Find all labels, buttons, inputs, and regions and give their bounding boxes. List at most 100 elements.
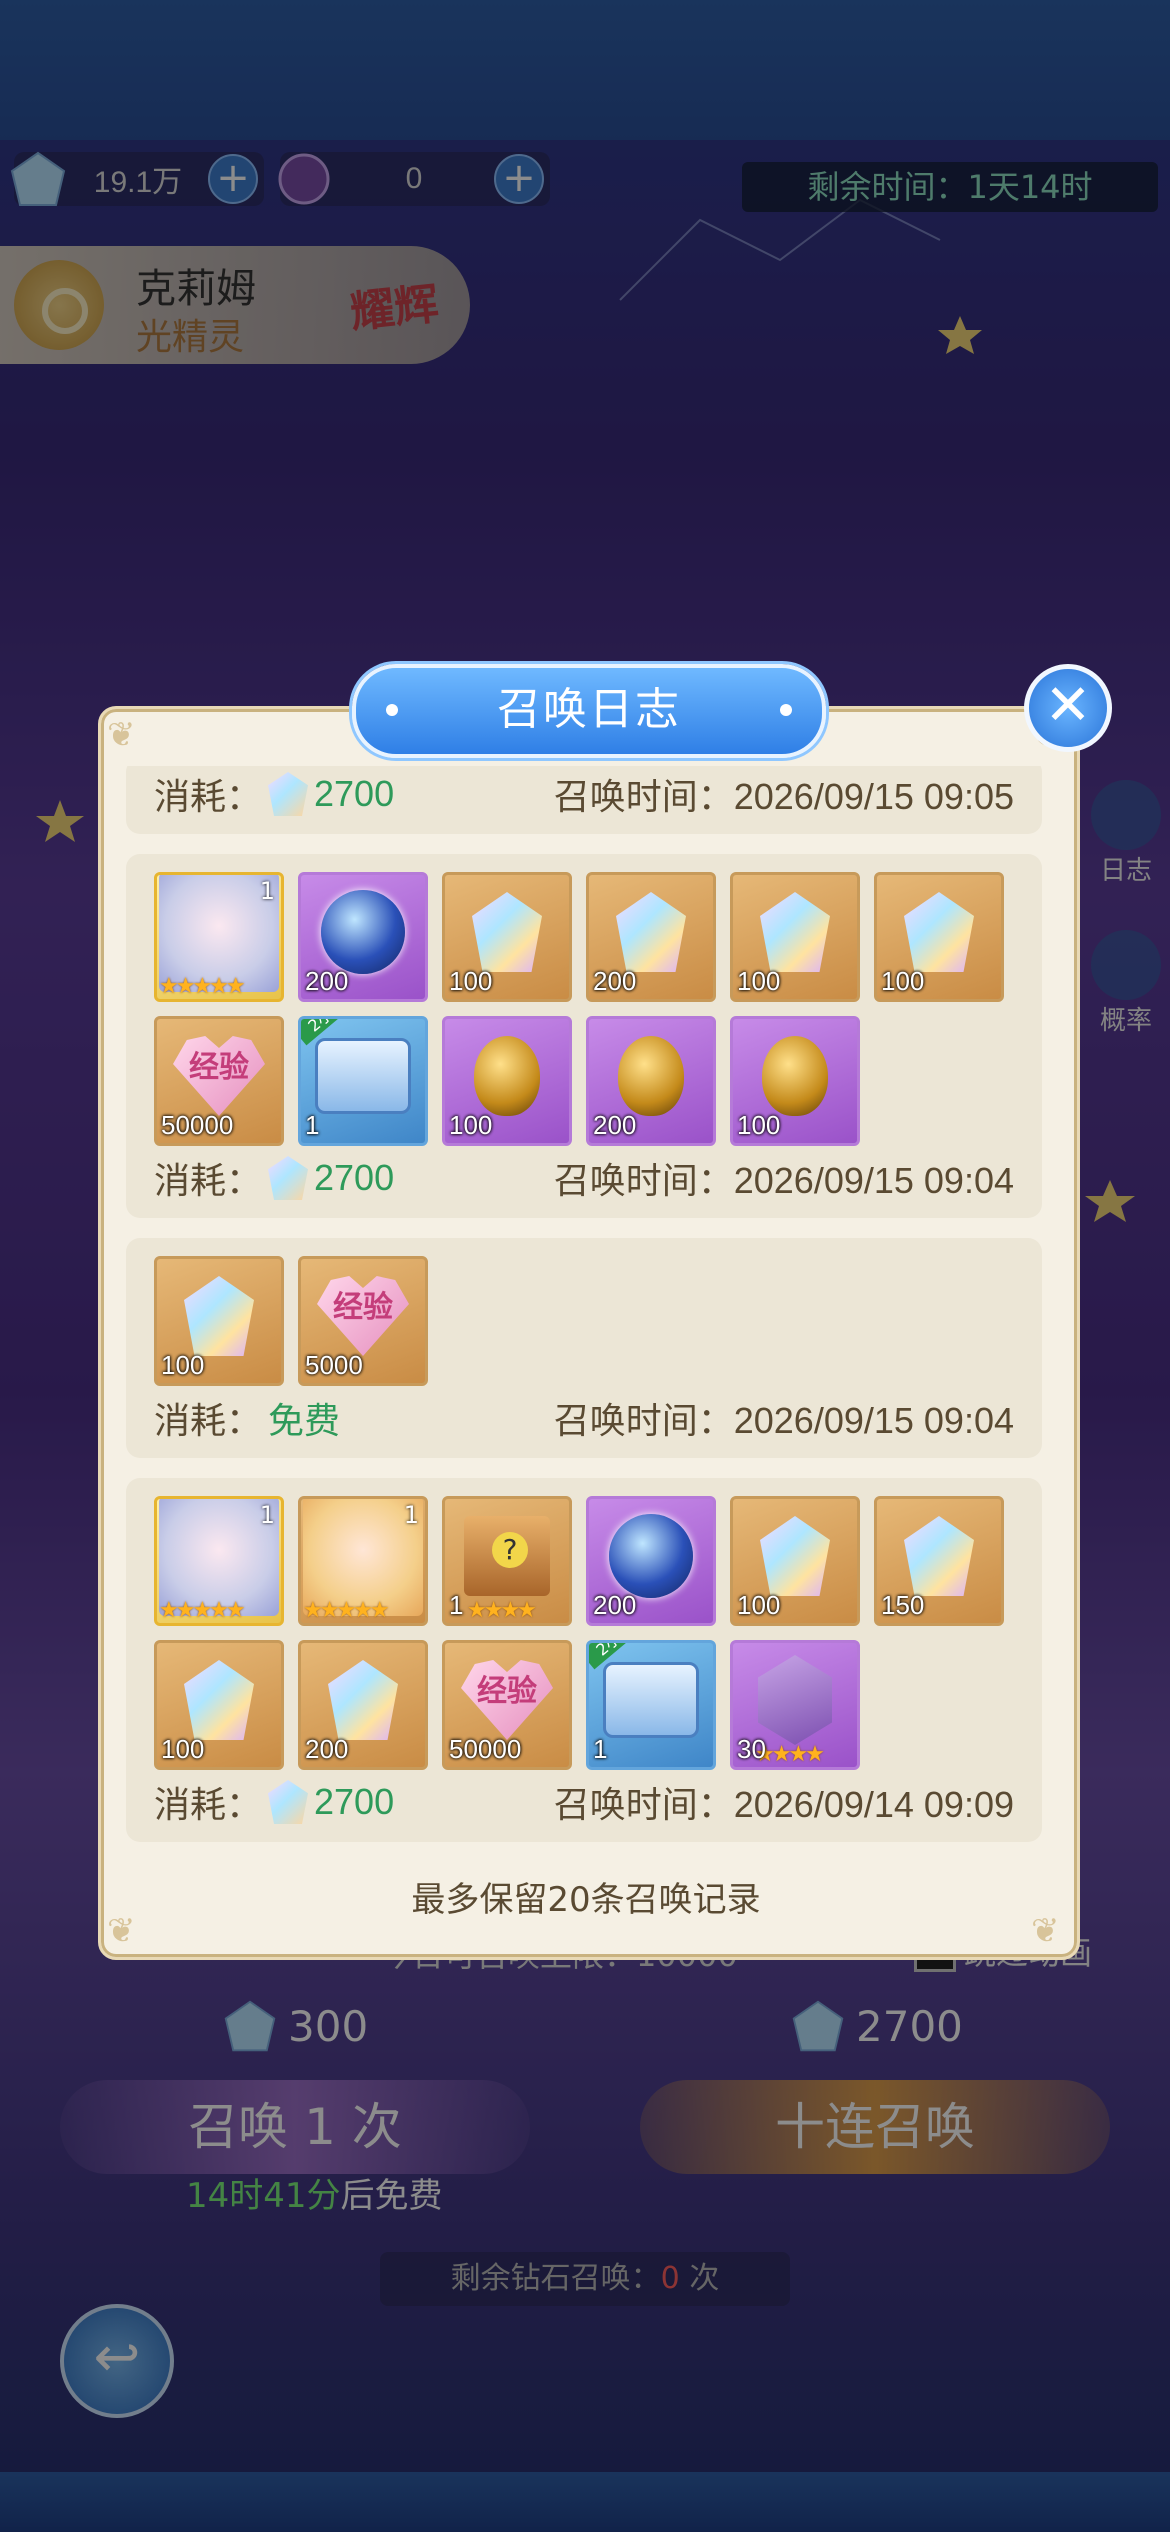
summon-time: 2026/09/15 09:04 [733,1160,1014,1201]
item-level: 1 [259,877,275,905]
entry-meta: 消耗： 2700 召唤时间：2026/09/14 09:09 [154,1776,1014,1828]
egg-icon [618,1036,684,1117]
reward-item[interactable]: 200 [586,1016,716,1146]
crystal-icon [904,892,974,973]
item-quantity: 100 [449,1110,493,1140]
crystal-icon [904,1516,974,1597]
reward-item[interactable]: 100 [730,1496,860,1626]
item-quantity: 200 [593,966,637,996]
rarity-stars: ★★★★★ [159,1598,246,1623]
crystal-icon [616,892,686,973]
summon-time: 2026/09/14 09:09 [733,1784,1014,1825]
item-quantity: 1 [305,1110,320,1140]
summon-time: 2026/09/15 09:05 [733,776,1014,817]
cost-amount: 2700 [314,1157,395,1198]
corner-ornament-icon: ❦ [107,715,136,755]
item-quantity: 100 [737,1110,781,1140]
egg-icon [762,1036,828,1117]
diamond-icon [268,1156,309,1200]
rarity-stars: ★★★★ [467,1598,537,1623]
reward-item[interactable]: 200 [298,1640,428,1770]
orb-icon [321,890,405,975]
reward-item[interactable]: 150 [874,1496,1004,1626]
time-label: 召唤时间： [553,1160,734,1201]
reward-item[interactable]: 100 [442,1016,572,1146]
time-label: 召唤时间： [553,776,734,817]
item-quantity: 1 [449,1590,464,1620]
log-entry: 100 经验 5000 消耗： 免费 召唤时间：2026/09/15 09:04 [126,1238,1042,1458]
cost-amount: 2700 [314,1781,395,1822]
diamond-icon [268,772,309,816]
cost-label: 消耗： [154,1785,263,1826]
reward-item[interactable]: 1 ★★★★★ [154,1496,284,1626]
time-label: 召唤时间： [553,1784,734,1825]
item-quantity: 150 [881,1590,925,1620]
reward-item[interactable]: 100 [874,872,1004,1002]
reward-item[interactable]: 100 [730,1016,860,1146]
reward-item[interactable]: 200 [586,872,716,1002]
reward-item[interactable]: 经验 50000 [154,1016,284,1146]
crystal-icon [184,1276,254,1357]
item-quantity: 50000 [161,1110,234,1140]
summon-time: 2026/09/15 09:04 [733,1400,1014,1441]
item-quantity: 1 [593,1734,608,1764]
reward-item[interactable]: ★★★★1 [442,1496,572,1626]
log-entry: 1★★★★★200100200100100经验500002小时110020010… [126,854,1042,1218]
cost-label: 消耗： [154,1401,263,1442]
reward-item[interactable]: 经验 5000 [298,1256,428,1386]
item-quantity: 50000 [449,1734,522,1764]
item-quantity: 200 [593,1110,637,1140]
heart-icon: 经验 [317,1276,409,1357]
heart-icon: 经验 [461,1660,553,1741]
reward-item[interactable]: 1 ★★★★★ [154,872,284,1002]
rarity-stars: ★★★★★ [303,1598,390,1623]
reward-item[interactable]: 经验 50000 [442,1640,572,1770]
item-level: 1 [403,1501,419,1529]
title-dot-icon [780,704,792,716]
dialog-title: 召唤日志 [497,684,681,735]
cost-amount: 2700 [314,773,395,814]
item-quantity: 200 [593,1590,637,1620]
orb-icon [609,1514,693,1599]
reward-item[interactable]: 200 [586,1496,716,1626]
reward-item[interactable]: 100 [730,872,860,1002]
item-quantity: 5000 [305,1350,363,1380]
reward-item[interactable]: 1 ★★★★★ [298,1496,428,1626]
reward-grid: 1★★★★★1★★★★★★★★★1200100150100200经验500002… [154,1496,1014,1770]
item-quantity: 100 [161,1734,205,1764]
log-footnote: 最多保留20条召唤记录 [411,1880,761,1920]
item-level: 1 [259,1501,275,1529]
close-button[interactable]: ✕ [1024,664,1112,752]
entry-meta: 消耗： 免费 召唤时间：2026/09/15 09:04 [154,1392,1014,1444]
entry-meta: 消耗： 2700 召唤时间：2026/09/15 09:05 [154,768,1014,820]
item-quantity: 100 [449,966,493,996]
cost-label: 消耗： [154,1161,263,1202]
log-entry: 1★★★★★1★★★★★★★★★1200100150100200经验500002… [126,1478,1042,1842]
crystal-icon [184,1660,254,1741]
title-dot-icon [386,704,398,716]
entry-meta: 消耗： 2700 召唤时间：2026/09/15 09:04 [154,1152,1014,1204]
cost-label: 消耗： [154,777,263,818]
reward-item[interactable]: ★★★★ 30 [730,1640,860,1770]
reward-item[interactable]: 2小时1 [298,1016,428,1146]
reward-grid: 100 经验 5000 [154,1256,1014,1386]
crystal-icon [472,892,542,973]
reward-item[interactable]: 100 [154,1256,284,1386]
chest-icon [315,1038,411,1115]
item-quantity: 200 [305,1734,349,1764]
item-quantity: 200 [305,966,349,996]
shadowf-icon [758,1655,832,1746]
mbox-icon [464,1516,550,1597]
item-quantity: 100 [161,1350,205,1380]
item-quantity: 30 [737,1734,766,1764]
reward-item[interactable]: 100 [154,1640,284,1770]
close-icon: ✕ [1044,673,1092,738]
crystal-icon [328,1660,398,1741]
crystal-icon [760,1516,830,1597]
reward-item[interactable]: 200 [298,872,428,1002]
reward-item[interactable]: 100 [442,872,572,1002]
cost-free: 免费 [268,1400,341,1441]
summon-log-list[interactable]: 消耗： 2700 召唤时间：2026/09/15 09:05 1 ★★★★★ 200 100… [126,766,1042,1856]
reward-item[interactable]: 2小时1 [586,1640,716,1770]
item-quantity: 100 [737,1590,781,1620]
